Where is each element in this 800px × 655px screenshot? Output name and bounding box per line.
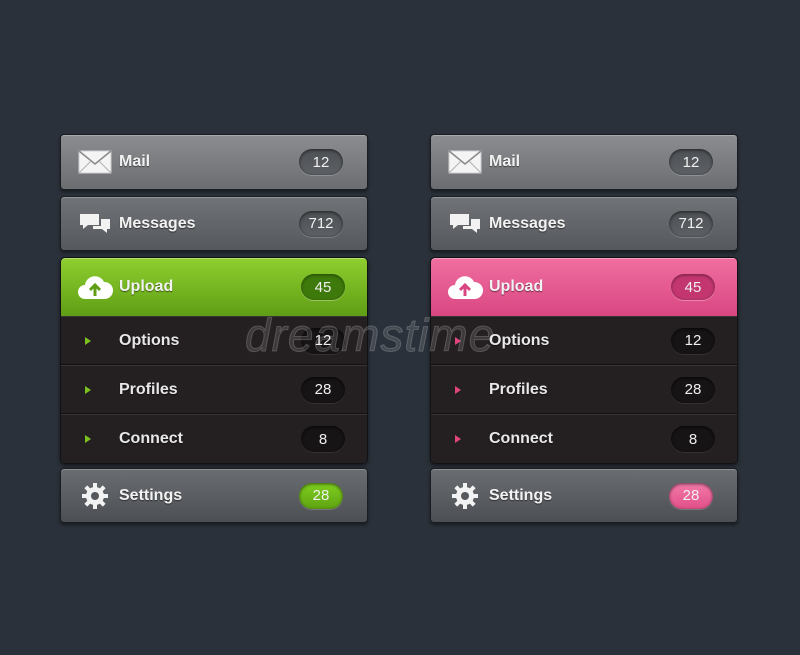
menu-item-label: Upload [119, 278, 174, 295]
menu-item-settings[interactable]: Settings 28 [430, 468, 738, 523]
count-badge: 12 [671, 327, 715, 354]
count-badge: 8 [671, 426, 715, 452]
gear-icon [445, 476, 485, 516]
count-badge: 712 [669, 210, 713, 237]
count-badge: 712 [299, 210, 343, 237]
menu-item-settings[interactable]: Settings 28 [60, 468, 368, 523]
submenu-item-label: Profiles [489, 380, 548, 398]
menu-item-mail[interactable]: Mail 12 [60, 134, 368, 190]
mail-icon [75, 142, 115, 182]
mail-icon [445, 142, 485, 182]
count-badge: 12 [301, 327, 345, 354]
menu-pink: Mail 12 Messages 712 Upload 45 Options 1… [430, 134, 738, 523]
submenu-item-label: Options [119, 331, 180, 349]
count-badge: 28 [299, 482, 343, 509]
cloud-upload-icon [445, 267, 485, 307]
submenu-item-connect[interactable]: Connect 8 [431, 414, 737, 463]
submenu-item-label: Profiles [119, 380, 178, 398]
submenu-item-label: Connect [489, 430, 553, 447]
cloud-upload-icon [75, 267, 115, 307]
count-badge: 28 [671, 376, 715, 403]
menu-item-messages[interactable]: Messages 712 [430, 196, 738, 251]
chat-bubbles-icon [75, 204, 115, 244]
caret-right-icon [85, 336, 91, 345]
caret-right-icon [455, 385, 461, 394]
count-badge: 8 [301, 426, 345, 452]
caret-right-icon [455, 435, 461, 443]
caret-right-icon [85, 385, 91, 394]
menu-item-label: Settings [489, 486, 553, 504]
count-badge: 12 [669, 149, 713, 175]
submenu-item-profiles[interactable]: Profiles 28 [61, 365, 367, 414]
submenu-item-profiles[interactable]: Profiles 28 [431, 365, 737, 414]
menu-item-label: Mail [119, 153, 151, 170]
submenu-item-label: Options [489, 331, 550, 349]
caret-right-icon [85, 435, 91, 443]
menu-item-mail[interactable]: Mail 12 [430, 134, 738, 190]
upload-group: Upload 45 Options 12 Profiles 28 Connect… [430, 257, 738, 464]
count-badge: 45 [671, 274, 715, 300]
chat-bubbles-icon [445, 204, 485, 244]
caret-right-icon [455, 336, 461, 345]
menu-item-label: Mail [489, 153, 521, 170]
submenu-item-options[interactable]: Options 12 [61, 316, 367, 365]
menu-item-messages[interactable]: Messages 712 [60, 196, 368, 251]
gear-icon [75, 476, 115, 516]
menu-green: Mail 12 Messages 712 Upload 45 Options 1… [60, 134, 368, 523]
submenu-item-connect[interactable]: Connect 8 [61, 414, 367, 463]
upload-group: Upload 45 Options 12 Profiles 28 Connect… [60, 257, 368, 464]
submenu-item-label: Connect [119, 430, 183, 447]
menu-item-upload[interactable]: Upload 45 [431, 258, 737, 316]
menu-item-label: Settings [119, 486, 183, 504]
menu-item-label: Messages [119, 214, 196, 232]
count-badge: 28 [669, 482, 713, 509]
count-badge: 28 [301, 376, 345, 403]
count-badge: 45 [301, 274, 345, 300]
menu-item-label: Messages [489, 214, 566, 232]
count-badge: 12 [299, 149, 343, 175]
menu-item-upload[interactable]: Upload 45 [61, 258, 367, 316]
menu-item-label: Upload [489, 278, 544, 295]
submenu-item-options[interactable]: Options 12 [431, 316, 737, 365]
